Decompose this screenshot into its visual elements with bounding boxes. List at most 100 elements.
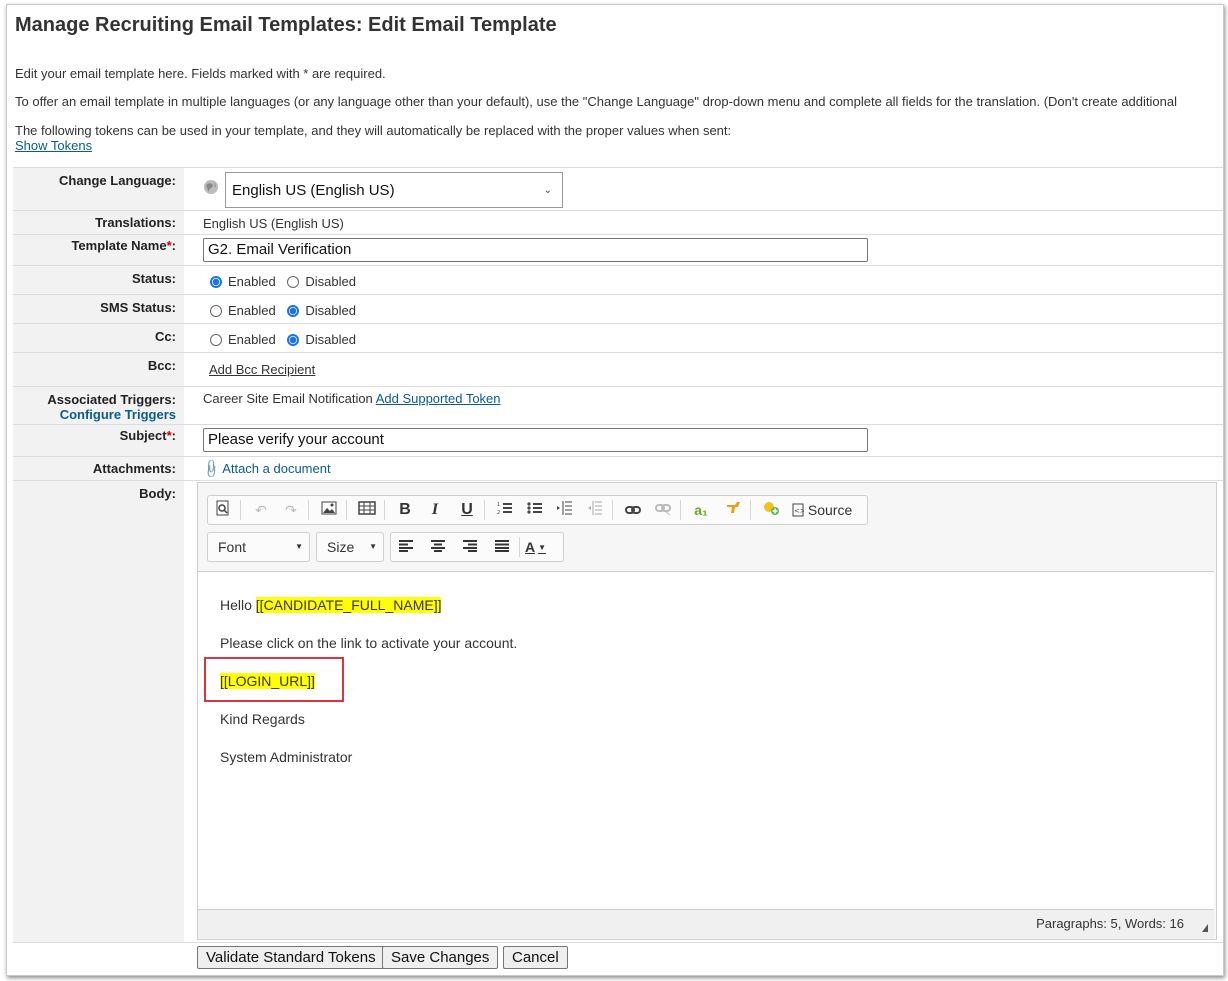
sms-enabled-label: Enabled [228,303,276,318]
preview-icon[interactable] [212,500,234,520]
body-paragraph-greeting: Hello [[CANDIDATE_FULL_NAME]] [220,597,442,613]
size-select[interactable]: Size ▼ [317,533,383,561]
cc-radio-group: Enabled Disabled [210,332,364,347]
translations-label: Translations: [13,211,184,235]
table-icon[interactable] [356,500,378,520]
insert-token-icon[interactable] [760,500,782,520]
toolbar-separator [519,537,520,557]
paperclip-icon: 📎 [200,457,223,480]
bulleted-list-icon[interactable] [524,500,546,520]
font-select[interactable]: Font ▼ [208,533,309,561]
justify-icon[interactable] [491,537,513,557]
show-tokens-link[interactable]: Show Tokens [15,138,92,153]
size-combo-group: Size ▼ [316,532,384,562]
triggers-label: Associated Triggers: [47,392,176,407]
subject-label-text: Subject [119,428,167,443]
translations-row: Translations: English US (English US) [13,210,1223,235]
toolbar-separator [612,500,613,520]
attachments-row: Attachments: 📎Attach a document [13,456,1223,481]
source-button[interactable]: <> Source [792,500,862,520]
dropdown-arrow-icon: ▼ [538,543,547,552]
cc-enabled-radio[interactable] [210,334,222,346]
add-bcc-recipient-link[interactable]: Add Bcc Recipient [209,362,315,377]
triggers-value: Career Site Email Notification [203,391,373,406]
template-name-row: Template Name*: G2. Email Verification [13,234,1223,266]
italic-button[interactable]: I [424,500,446,520]
redo-icon[interactable]: ↷ [280,500,302,520]
editor-content-area[interactable]: Hello [[CANDIDATE_FULL_NAME]] Please cli… [198,571,1214,910]
highlight-icon[interactable] [722,500,744,520]
toolbar-separator [750,500,751,520]
validate-tokens-button[interactable]: Validate Standard Tokens [197,946,385,969]
cancel-button[interactable]: Cancel [503,946,568,969]
underline-button[interactable]: U [456,500,478,520]
toolbar-separator [308,500,309,520]
chevron-down-icon: ⌄ [543,185,552,196]
bcc-label: Bcc: [13,353,184,387]
toolbar-separator [346,500,347,520]
editor-toolbar-main: ↶ ↷ B I U 12 a₁ < Source [207,495,868,525]
save-changes-button[interactable]: Save Changes [382,946,499,969]
status-enabled-radio[interactable] [210,276,222,288]
image-icon[interactable] [318,500,340,520]
status-disabled-label: Disabled [305,274,356,289]
bold-button[interactable]: B [394,500,416,520]
change-language-row: Change Language: English US (English US)… [13,167,1223,211]
align-right-icon[interactable] [459,537,481,557]
outdent-icon[interactable] [584,500,606,520]
bcc-row: Bcc: Add Bcc Recipient [13,352,1223,387]
attachments-label: Attachments: [13,457,184,481]
template-name-label: Template Name*: [13,235,184,266]
text-color-button[interactable]: A ▼ [525,537,559,557]
triggers-value-cell: Career Site Email Notification Add Suppo… [203,391,501,406]
indent-icon[interactable] [554,500,576,520]
dropdown-arrow-icon: ▼ [295,542,303,551]
template-name-input[interactable]: G2. Email Verification [203,238,868,262]
text-color-label: A [525,539,536,555]
status-label: Status: [13,266,184,295]
attach-document-label: Attach a document [222,461,331,476]
template-name-label-text: Template Name [71,238,167,253]
body-paragraph-signature: System Administrator [220,749,353,765]
svg-text:<>: <> [794,507,804,515]
unlink-icon[interactable] [652,500,674,520]
source-button-label: Source [807,502,853,518]
add-supported-token-link[interactable]: Add Supported Token [376,391,501,406]
sms-status-row: SMS Status: Enabled Disabled [13,294,1223,324]
configure-triggers-link[interactable]: Configure Triggers [13,407,176,422]
label-colon: : [171,238,176,253]
edit-email-template-page: Manage Recruiting Email Templates: Edit … [6,4,1224,976]
cc-label: Cc: [13,324,184,353]
spellcheck-icon[interactable]: a₁ [690,500,712,520]
undo-icon[interactable]: ↶ [250,500,272,520]
sms-enabled-radio[interactable] [210,305,222,317]
sms-disabled-radio[interactable] [287,305,300,317]
word-count-status: Paragraphs: 5, Words: 16 [1036,916,1184,931]
attach-document-link[interactable]: 📎Attach a document [200,458,331,480]
annotation-highlight-box [204,657,344,702]
sms-status-label: SMS Status: [13,295,184,324]
font-combo-group: Font ▼ [207,532,310,562]
sms-disabled-label: Disabled [305,303,356,318]
resize-grip-icon[interactable] [1202,924,1208,932]
body-paragraph-instruction: Please click on the link to activate you… [220,635,518,651]
sms-status-radio-group: Enabled Disabled [210,303,364,318]
dropdown-arrow-icon: ▼ [369,542,377,551]
toolbar-separator [680,500,681,520]
subject-row: Subject*: Please verify your account [13,424,1223,457]
greeting-text: Hello [220,597,256,613]
align-left-icon[interactable] [395,537,417,557]
rich-text-editor: ↶ ↷ B I U 12 a₁ < Source Font ▼ Size ▼ A… [197,482,1217,940]
toolbar-separator [384,500,385,520]
language-select[interactable]: English US (English US) ⌄ [225,172,563,208]
cc-disabled-radio[interactable] [287,334,300,346]
link-icon[interactable] [622,500,644,520]
status-disabled-radio[interactable] [287,276,300,288]
candidate-name-token: [[CANDIDATE_FULL_NAME]] [255,597,442,613]
numbered-list-icon[interactable]: 12 [494,500,516,520]
font-select-label: Font [218,539,247,555]
svg-text:1: 1 [497,502,500,508]
align-center-icon[interactable] [427,537,449,557]
status-enabled-label: Enabled [228,274,276,289]
subject-input[interactable]: Please verify your account [203,428,868,452]
